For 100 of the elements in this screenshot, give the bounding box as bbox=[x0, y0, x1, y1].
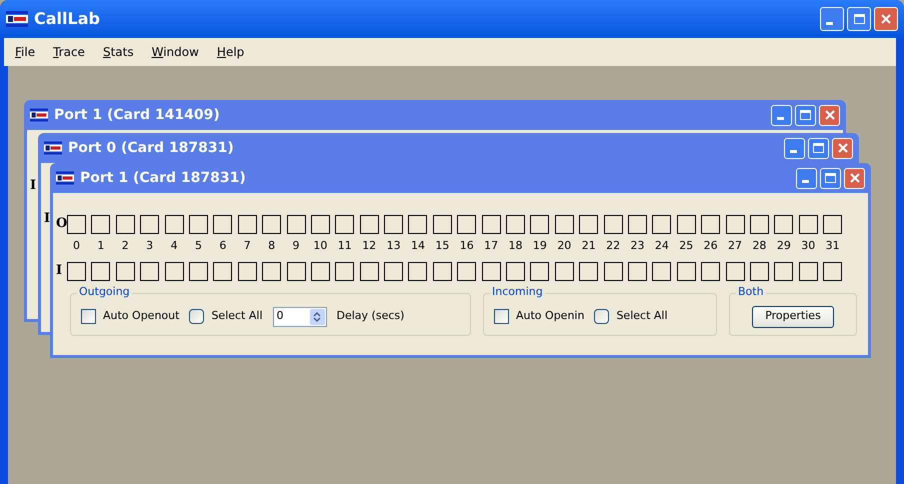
minimize-icon bbox=[790, 150, 797, 152]
minimize-button[interactable] bbox=[796, 168, 817, 188]
bit-checkbox[interactable] bbox=[286, 262, 306, 280]
bit-number: 16 bbox=[458, 238, 475, 254]
bit-checkbox[interactable] bbox=[188, 262, 208, 280]
bit-checkbox[interactable] bbox=[67, 262, 86, 280]
checkbox[interactable] bbox=[189, 309, 204, 324]
bit-checkbox[interactable] bbox=[701, 262, 720, 280]
bit-checkbox[interactable] bbox=[238, 262, 257, 280]
bit-checkbox[interactable] bbox=[164, 214, 184, 234]
bit-checkbox[interactable] bbox=[384, 214, 404, 234]
row-label: O bbox=[56, 215, 67, 234]
maximize-button[interactable] bbox=[795, 104, 816, 126]
bit-number: 15 bbox=[434, 238, 450, 254]
maximize-button[interactable] bbox=[808, 138, 829, 158]
bit-checkbox[interactable] bbox=[701, 214, 720, 234]
bit-checkbox[interactable] bbox=[726, 262, 745, 280]
bit-checkbox[interactable] bbox=[676, 214, 696, 234]
bit-checkbox[interactable] bbox=[554, 214, 574, 234]
bit-number: 24 bbox=[654, 238, 670, 254]
bit-checkbox[interactable] bbox=[432, 262, 452, 280]
bit-number: 31 bbox=[824, 238, 841, 254]
bit-checkbox[interactable] bbox=[67, 214, 86, 234]
bit-checkbox[interactable] bbox=[530, 262, 550, 280]
bit-checkbox[interactable] bbox=[213, 262, 232, 280]
maximize-button[interactable] bbox=[820, 168, 841, 188]
bit-checkbox[interactable] bbox=[604, 262, 623, 280]
bit-checkbox[interactable] bbox=[360, 262, 379, 280]
bit-checkbox[interactable] bbox=[604, 214, 623, 234]
spin-field[interactable]: 0 bbox=[272, 306, 327, 326]
child-window-title: Port 1 (Card 187831) bbox=[80, 168, 246, 188]
bit-checkbox[interactable] bbox=[530, 214, 550, 234]
menu-item[interactable]: Help bbox=[208, 43, 254, 61]
bit-checkbox[interactable] bbox=[579, 262, 598, 280]
bit-checkbox[interactable] bbox=[310, 214, 330, 234]
bit-checkbox[interactable] bbox=[310, 262, 330, 280]
minimize-button[interactable] bbox=[771, 104, 792, 126]
bit-checkbox[interactable] bbox=[482, 262, 501, 280]
close-button[interactable] bbox=[832, 138, 853, 158]
menu-item[interactable]: File bbox=[6, 43, 44, 61]
bit-checkbox[interactable] bbox=[823, 262, 842, 280]
close-button[interactable] bbox=[874, 7, 898, 31]
checkbox[interactable] bbox=[594, 309, 610, 324]
bit-checkbox[interactable] bbox=[554, 262, 574, 280]
bit-checkbox[interactable] bbox=[726, 214, 745, 234]
bit-checkbox[interactable] bbox=[262, 214, 282, 234]
bit-checkbox[interactable] bbox=[384, 262, 404, 280]
bit-checkbox[interactable] bbox=[188, 214, 208, 234]
bit-checkbox[interactable] bbox=[262, 262, 282, 280]
minimize-button[interactable] bbox=[820, 7, 844, 31]
bit-checkbox[interactable] bbox=[750, 214, 769, 234]
bit-checkbox[interactable] bbox=[116, 214, 135, 234]
properties-button[interactable]: Properties bbox=[752, 306, 834, 328]
bit-checkbox[interactable] bbox=[164, 262, 184, 280]
close-button[interactable] bbox=[819, 104, 840, 126]
menu-item[interactable]: Trace bbox=[44, 43, 94, 61]
bit-checkbox[interactable] bbox=[457, 262, 476, 280]
menu-item[interactable]: Stats bbox=[94, 43, 143, 61]
bit-checkbox[interactable] bbox=[798, 262, 818, 280]
bit-checkbox[interactable] bbox=[774, 214, 794, 234]
bit-checkbox[interactable] bbox=[286, 214, 306, 234]
bit-checkbox[interactable] bbox=[506, 262, 526, 280]
bit-number: 9 bbox=[292, 238, 301, 254]
bit-checkbox[interactable] bbox=[335, 262, 354, 280]
bit-checkbox[interactable] bbox=[91, 262, 110, 280]
menu-item[interactable]: Window bbox=[142, 43, 208, 61]
spin-arrows-icon[interactable] bbox=[310, 308, 325, 324]
bit-number: 25 bbox=[678, 238, 694, 254]
bit-checkbox[interactable] bbox=[213, 214, 232, 234]
bit-checkbox[interactable] bbox=[628, 214, 647, 234]
bit-checkbox[interactable] bbox=[798, 214, 818, 234]
bit-checkbox[interactable] bbox=[360, 214, 379, 234]
bit-checkbox[interactable] bbox=[408, 262, 428, 280]
bit-checkbox[interactable] bbox=[408, 214, 428, 234]
bit-checkbox[interactable] bbox=[579, 214, 598, 234]
bit-checkbox[interactable] bbox=[676, 262, 696, 280]
close-button[interactable] bbox=[844, 168, 865, 188]
checkbox[interactable] bbox=[81, 309, 96, 324]
bit-checkbox[interactable] bbox=[652, 214, 672, 234]
bit-checkbox[interactable] bbox=[774, 262, 794, 280]
bit-checkbox[interactable] bbox=[628, 262, 647, 280]
bit-checkbox[interactable] bbox=[750, 262, 769, 280]
bit-checkbox[interactable] bbox=[506, 214, 526, 234]
minimize-button[interactable] bbox=[784, 138, 805, 158]
bit-checkbox[interactable] bbox=[823, 214, 842, 234]
field-label: Delay (secs) bbox=[336, 308, 404, 324]
maximize-button[interactable] bbox=[847, 7, 871, 31]
bit-checkbox[interactable] bbox=[432, 214, 452, 234]
bit-checkbox[interactable] bbox=[140, 262, 160, 280]
option-label: Auto Openin bbox=[516, 308, 584, 324]
bit-checkbox[interactable] bbox=[652, 262, 672, 280]
bit-checkbox[interactable] bbox=[482, 214, 501, 234]
bit-checkbox[interactable] bbox=[116, 262, 135, 280]
bit-checkbox[interactable] bbox=[140, 214, 160, 234]
bit-number: 13 bbox=[386, 238, 402, 254]
checkbox[interactable] bbox=[494, 309, 509, 324]
bit-checkbox[interactable] bbox=[238, 214, 257, 234]
bit-checkbox[interactable] bbox=[335, 214, 354, 234]
bit-checkbox[interactable] bbox=[457, 214, 476, 234]
bit-checkbox[interactable] bbox=[91, 214, 110, 234]
